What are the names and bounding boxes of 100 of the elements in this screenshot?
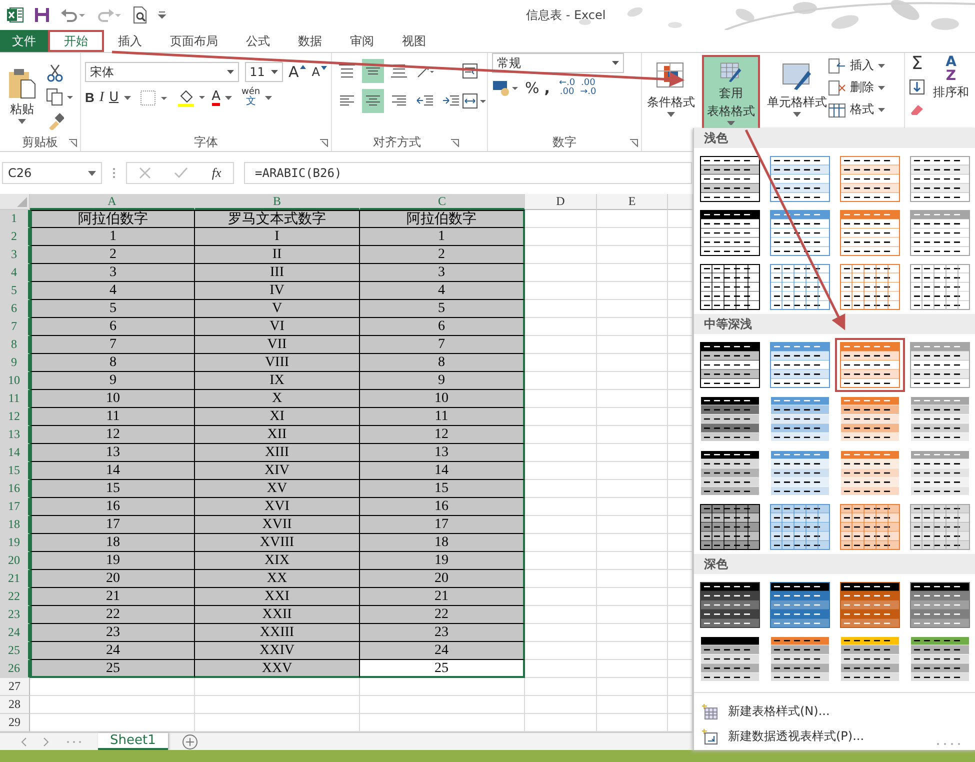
phonetic-button[interactable]: wén 文 [241,88,260,107]
insert-function-button[interactable]: fx [212,165,222,181]
dialog-launcher-icon[interactable] [69,139,77,147]
menu-item[interactable]: 新建数据透视表样式(P)... [694,724,872,749]
ribbon-tab[interactable]: 文件 [0,30,48,52]
column-header[interactable]: E [597,194,668,210]
increase-decimal-button[interactable]: ←.0 .00 [558,79,576,97]
ribbon-tab[interactable]: 审阅 [336,30,388,52]
row-header[interactable]: 12 [0,408,30,426]
column-header[interactable]: C [360,194,525,210]
sort-filter-button[interactable]: A Z 排序和 [933,55,969,101]
row-header[interactable]: 22 [0,588,30,606]
underline-button[interactable]: U [109,91,119,104]
row-header[interactable]: 7 [0,318,30,336]
ribbon-tab[interactable]: 开始 [48,30,104,52]
paste-button[interactable]: 粘贴 [4,62,40,133]
row-header[interactable]: 21 [0,570,30,588]
next-sheet-icon[interactable] [42,736,50,746]
dropdown-arrow-icon[interactable] [265,96,272,100]
row-header[interactable]: 24 [0,624,30,642]
grow-font-button[interactable]: A [288,64,306,80]
ribbon-tab[interactable]: 插入 [104,30,156,52]
italic-button[interactable]: I [99,90,104,104]
column-header[interactable]: B [195,194,360,210]
table-style-button[interactable]: 套用 表格格式 [702,55,760,131]
grid-icon [828,102,846,118]
row-header[interactable]: 13 [0,426,30,444]
row-header[interactable]: 11 [0,390,30,408]
font-name-dropdown[interactable]: 宋体 [85,62,239,82]
name-box[interactable]: C26 [2,162,102,184]
table-cell: XXII [195,606,360,624]
row-header[interactable]: 20 [0,552,30,570]
row-header[interactable]: 17 [0,498,30,516]
menu-item[interactable]: 新建表格样式(N)... [694,699,838,724]
customize-menu-icon[interactable] [158,10,166,20]
add-sheet-icon[interactable] [182,734,198,750]
row-header[interactable]: 14 [0,444,30,462]
column-header[interactable]: A [30,194,195,210]
ribbon-tab[interactable]: 数据 [284,30,336,52]
center-align-button[interactable] [362,89,384,113]
autosum-button[interactable]: Σ [909,55,925,73]
row-header[interactable]: 19 [0,534,30,552]
table-cell: 9 [360,372,525,390]
resize-grip-icon[interactable] [936,742,962,746]
row-header[interactable]: 26 [0,660,30,678]
table-cell [597,588,668,606]
row-header[interactable]: 18 [0,516,30,534]
ribbon-tab[interactable]: 视图 [388,30,440,52]
row-header[interactable]: 1 [0,210,30,228]
decrease-decimal-button[interactable]: .00 →.0 [580,79,596,97]
sheet-tab[interactable]: Sheet1 [98,733,168,750]
fill-down-icon[interactable] [909,79,925,95]
row-header[interactable]: 2 [0,228,30,246]
row-header[interactable]: 15 [0,462,30,480]
table-cell: 13 [30,444,195,462]
dialog-launcher-icon[interactable] [451,139,459,147]
currency-icon[interactable] [492,79,520,97]
table-style-swatch[interactable] [835,338,905,392]
copy-icon[interactable] [46,88,74,106]
dialog-launcher-icon[interactable] [630,139,638,147]
row-header[interactable]: 9 [0,354,30,372]
row-header[interactable]: 6 [0,300,30,318]
undo-icon[interactable] [60,7,86,23]
row-header[interactable]: 29 [0,714,30,732]
row-header[interactable]: 10 [0,372,30,390]
row-header[interactable]: 16 [0,480,30,498]
group-label: 数字 [552,134,576,150]
row-header[interactable]: 5 [0,282,30,300]
font-size-dropdown[interactable]: 11 [244,62,283,82]
merge-cells-icon[interactable] [462,93,486,109]
shrink-font-button[interactable]: A [312,66,327,78]
bottom-align-icon [390,63,408,79]
previous-sheet-icon[interactable] [20,736,28,746]
ribbon-tab[interactable]: 页面布局 [156,30,232,52]
bold-button[interactable]: B [85,91,94,104]
cut-icon[interactable] [46,64,64,82]
row-header[interactable]: 4 [0,264,30,282]
font-color-button[interactable]: A [212,90,220,106]
dropdown-arrow-icon[interactable] [124,96,131,100]
formula-field[interactable]: =ARABIC(B26) [244,162,692,184]
dropdown-arrow-icon[interactable] [225,96,232,100]
excel-logo-icon[interactable] [6,6,24,24]
row-header[interactable]: 8 [0,336,30,354]
comma-style-button[interactable]: , [544,80,550,96]
ribbon-tab[interactable]: 公式 [232,30,284,52]
row-header[interactable]: 28 [0,696,30,714]
column-header[interactable]: D [525,194,597,210]
row-header[interactable]: 3 [0,246,30,264]
row-header[interactable]: 25 [0,642,30,660]
table-cell [597,516,668,534]
conditional-style-button[interactable]: 条件格式 [642,55,700,131]
table-cell: 20 [360,570,525,588]
dialog-launcher-icon[interactable] [320,139,328,147]
print-preview-icon[interactable] [132,6,148,24]
percent-button[interactable]: % [525,80,540,96]
fill-color-icon[interactable] [176,88,207,106]
row-header[interactable]: 27 [0,678,30,696]
border-icon[interactable] [140,90,168,106]
row-header[interactable]: 23 [0,606,30,624]
number-format-dropdown[interactable]: 常规 [492,53,624,73]
